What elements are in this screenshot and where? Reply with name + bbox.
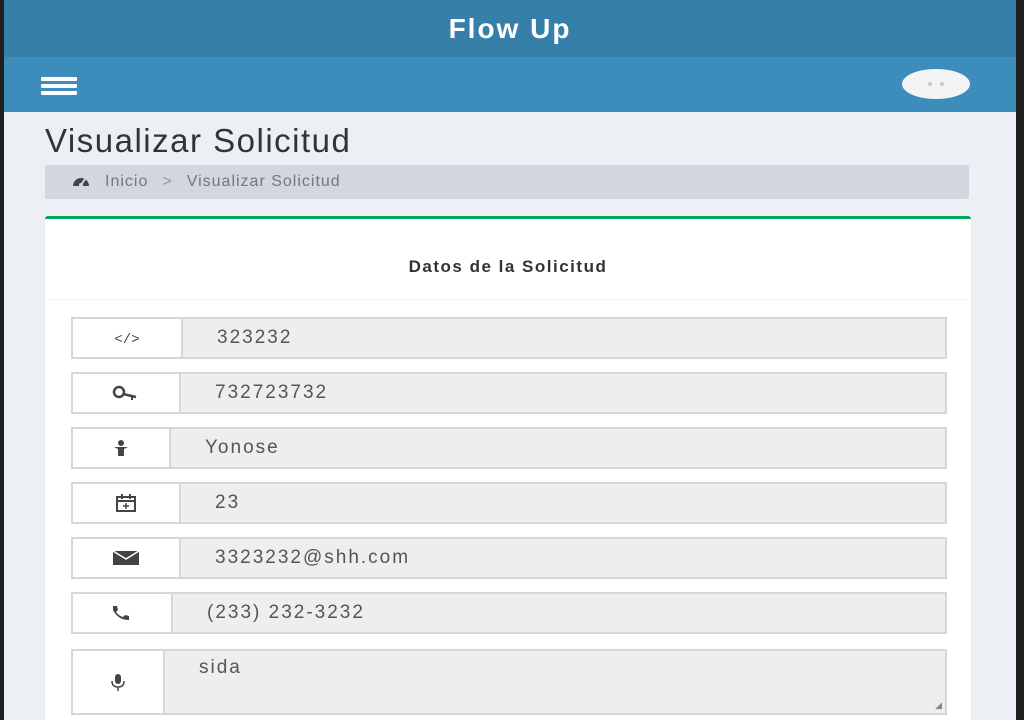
notes-textarea[interactable]: sida	[165, 651, 945, 713]
microphone-icon	[73, 651, 165, 713]
email-field[interactable]: 3323232@shh.com	[181, 539, 945, 577]
key-field[interactable]: 732723732	[181, 374, 945, 412]
box-title: Datos de la Solicitud	[408, 257, 608, 276]
code-field-row: </> 323232	[71, 317, 947, 359]
breadcrumb-home-link[interactable]: Inicio	[105, 173, 148, 191]
age-field[interactable]: 23	[181, 484, 945, 522]
envelope-icon	[73, 539, 181, 577]
user-icon	[73, 429, 171, 467]
breadcrumb-separator: >	[162, 173, 173, 190]
name-field-row: Yonose	[71, 427, 947, 469]
email-field-row: 3323232@shh.com	[71, 537, 947, 579]
phone-field[interactable]: (233) 232-3232	[173, 594, 945, 632]
phone-icon	[73, 594, 173, 632]
breadcrumb: Inicio > Visualizar Solicitud	[45, 165, 969, 199]
code-field[interactable]: 323232	[183, 319, 945, 357]
request-details-box: Datos de la Solicitud </> 323232 7327237…	[45, 216, 971, 720]
page-title: Visualizar Solicitud	[45, 122, 352, 159]
svg-text:</>: </>	[114, 332, 139, 346]
navbar	[4, 57, 1016, 112]
calendar-icon	[73, 484, 181, 522]
resize-handle-icon[interactable]: ◢	[935, 700, 942, 711]
name-field[interactable]: Yonose	[171, 429, 945, 467]
notes-field-row: sida ◢	[71, 649, 947, 715]
hamburger-icon[interactable]	[41, 77, 81, 97]
key-field-row: 732723732	[71, 372, 947, 414]
age-field-row: 23	[71, 482, 947, 524]
avatar-icon[interactable]	[902, 69, 970, 99]
main-header: Flow Up	[4, 0, 1016, 57]
brand-logo[interactable]: Flow Up	[449, 13, 572, 45]
box-header: Datos de la Solicitud	[45, 219, 971, 300]
breadcrumb-current: Visualizar Solicitud	[186, 173, 341, 190]
key-icon	[73, 374, 181, 412]
app-frame: Flow Up Visualizar Solicitud Inicio > Vi…	[4, 0, 1016, 720]
phone-field-row: (233) 232-3232	[71, 592, 947, 634]
code-icon: </>	[73, 319, 183, 357]
dashboard-icon	[71, 173, 91, 192]
